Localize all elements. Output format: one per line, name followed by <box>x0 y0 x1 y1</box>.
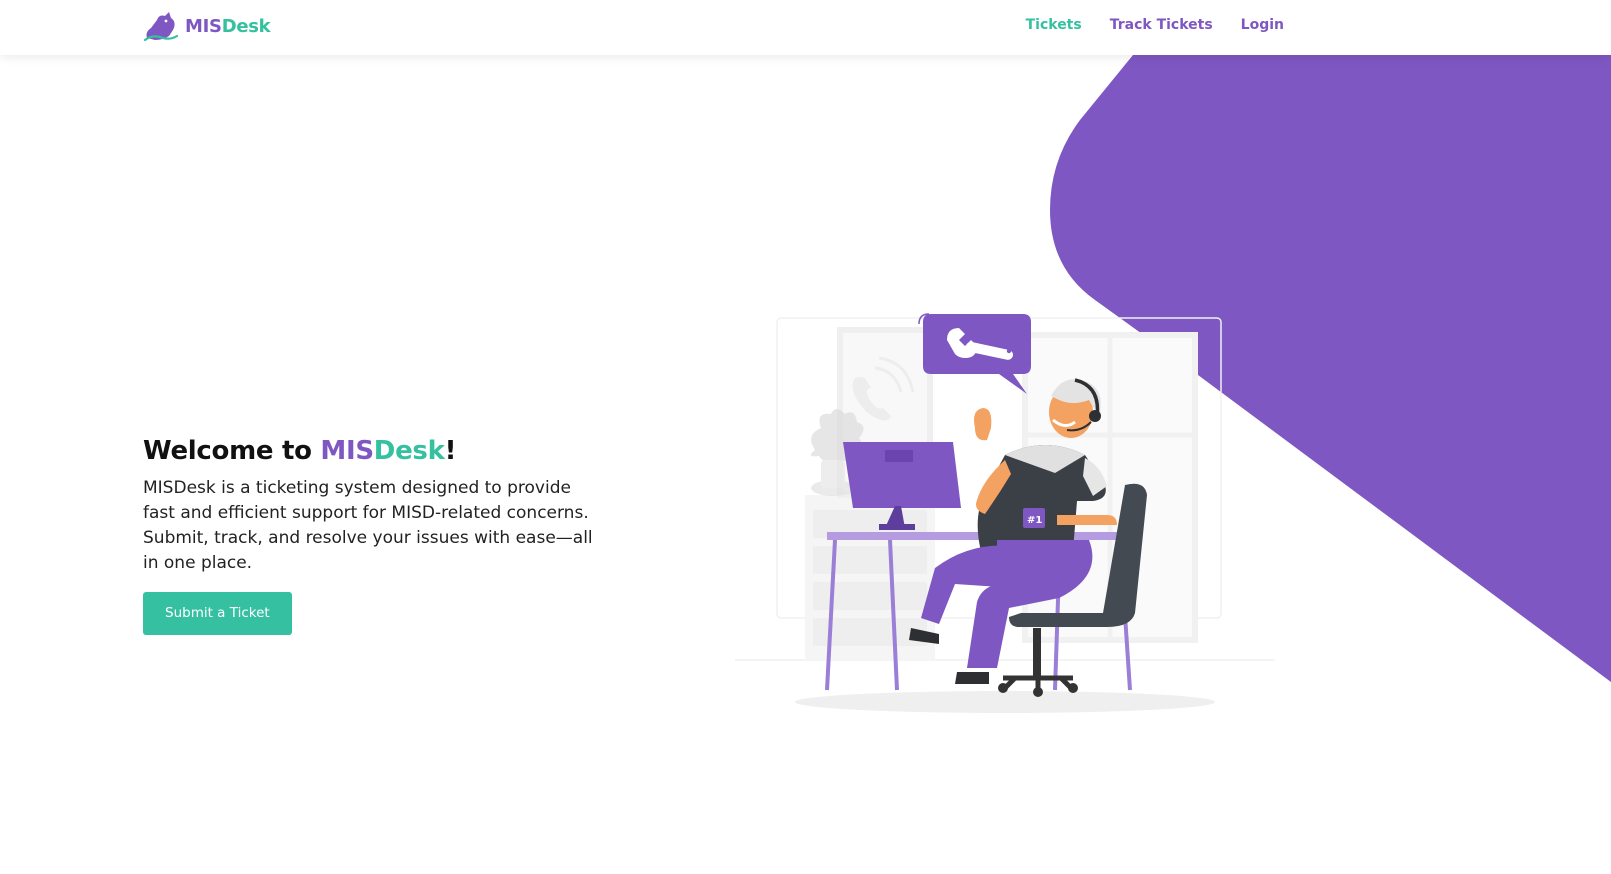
navbar: MISDesk Tickets Track Tickets Login <box>0 0 1611 55</box>
hero-title-suffix: ! <box>444 436 457 466</box>
nav-link-tickets[interactable]: Tickets <box>1026 17 1082 33</box>
nav-link-login[interactable]: Login <box>1241 17 1284 33</box>
hero-title-brand-part2: Desk <box>373 436 445 466</box>
mug-label: #1 <box>1027 515 1042 526</box>
hero-title: Welcome to MISDesk! <box>143 432 613 470</box>
hero-section: Welcome to MISDesk! MISDesk is a ticketi… <box>143 432 613 635</box>
page: MISDesk Tickets Track Tickets Login Welc… <box>0 0 1611 874</box>
hero-description: MISDesk is a ticketing system designed t… <box>143 478 593 573</box>
wrench-speech-bubble <box>918 313 1031 394</box>
hero-title-brand-part1: MIS <box>320 436 374 466</box>
brand-name-part2: Desk <box>221 15 271 37</box>
brand-name: MISDesk <box>185 15 271 37</box>
brand-name-part1: MIS <box>185 15 222 37</box>
nav-links: Tickets Track Tickets Login <box>1026 17 1284 33</box>
nav-link-track-tickets[interactable]: Track Tickets <box>1110 17 1213 33</box>
brand-logo-icon <box>143 12 179 42</box>
hero-title-prefix: Welcome to <box>143 436 321 466</box>
support-agent-illustration: #1 <box>735 313 1275 713</box>
brand-link[interactable]: MISDesk <box>143 10 271 42</box>
submit-ticket-button[interactable]: Submit a Ticket <box>143 592 292 635</box>
